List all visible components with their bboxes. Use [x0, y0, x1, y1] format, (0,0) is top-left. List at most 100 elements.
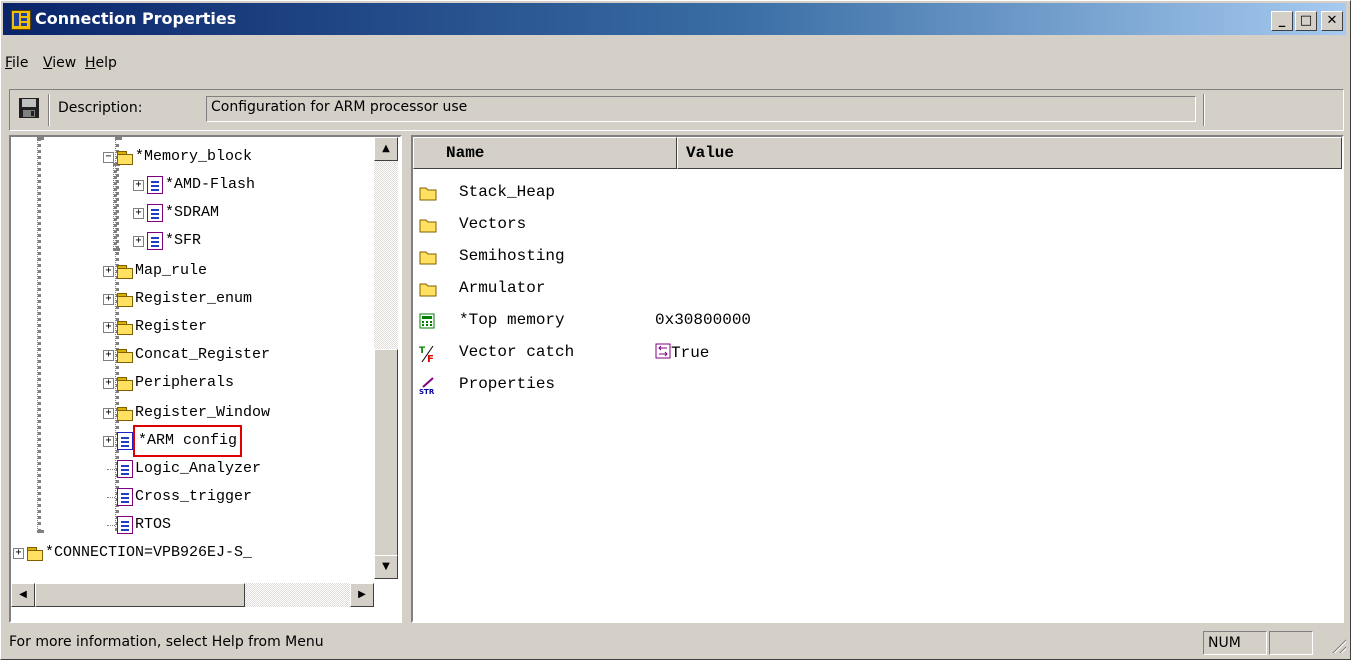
tree-node-label[interactable]: Logic_Analyzer [135, 455, 261, 483]
expand-icon[interactable]: + [103, 436, 114, 447]
tree-node-label-selected[interactable]: *ARM config [132, 425, 243, 457]
row-name: Stack_Heap [459, 183, 556, 201]
menu-help-label: elp [95, 55, 117, 71]
tree-node-label[interactable]: Register_Window [135, 399, 270, 427]
menu-view-mnemonic: V [43, 55, 53, 71]
tree-node-label[interactable]: *CONNECTION=VPB926EJ-S_ [45, 539, 252, 567]
tree-connector [107, 525, 115, 526]
scroll-left-button[interactable]: ◀ [11, 583, 35, 607]
folder-icon [27, 547, 44, 561]
tree-node-label[interactable]: *Memory_block [135, 143, 252, 171]
row-name: Vector catch [459, 343, 575, 361]
list-row[interactable]: STR Properties [417, 369, 1317, 401]
tree-node-label[interactable]: Peripherals [135, 369, 234, 397]
row-name: Semihosting [459, 247, 565, 265]
menu-help[interactable]: Help [85, 55, 117, 71]
minimize-button[interactable]: _ [1271, 11, 1293, 31]
title-bar[interactable]: Connection Properties _ □ ✕ [3, 3, 1346, 35]
column-header-value[interactable]: Value [677, 137, 1342, 169]
status-bar: For more information, select Help from M… [3, 629, 1348, 657]
expand-icon[interactable]: + [133, 208, 144, 219]
expand-icon[interactable]: + [133, 180, 144, 191]
row-value[interactable]: True [655, 343, 709, 362]
menu-view[interactable]: View [43, 55, 76, 71]
resize-grip[interactable] [1330, 637, 1346, 653]
toolbar-separator-right [1203, 94, 1205, 126]
expand-icon[interactable]: + [103, 294, 114, 305]
maximize-button[interactable]: □ [1295, 11, 1317, 31]
hscroll-thumb[interactable] [35, 583, 245, 607]
list-row[interactable]: T F Vector catch True [417, 337, 1317, 369]
close-button[interactable]: ✕ [1321, 11, 1343, 31]
tree-node-label[interactable]: *SDRAM [165, 199, 219, 227]
tree-node-label[interactable]: RTOS [135, 511, 171, 539]
tree-connector [37, 137, 41, 533]
collapse-icon[interactable]: − [103, 152, 114, 163]
tree-node-label[interactable]: Map_rule [135, 257, 207, 285]
folder-icon [419, 185, 437, 206]
list-row[interactable]: Semihosting [417, 241, 1317, 273]
svg-text:F: F [427, 354, 434, 363]
description-label: Description: [58, 100, 143, 116]
tree-connector [107, 469, 115, 470]
expand-icon[interactable]: + [103, 378, 114, 389]
tree-node-label[interactable]: Cross_trigger [135, 483, 252, 511]
row-name: Vectors [459, 215, 527, 233]
tree-node-label[interactable]: *SFR [165, 227, 201, 255]
list-row[interactable]: Vectors [417, 209, 1317, 241]
svg-text:STR: STR [419, 388, 435, 395]
tree-node-label[interactable]: *AMD-Flash [165, 171, 255, 199]
menu-view-label: iew [52, 55, 77, 71]
folder-icon [117, 321, 134, 335]
expand-icon[interactable]: + [103, 266, 114, 277]
list-row[interactable]: *Top memory 0x30800000 [417, 305, 1317, 337]
folder-icon [117, 349, 134, 363]
list-row[interactable]: Armulator [417, 273, 1317, 305]
document-icon [117, 516, 133, 534]
menu-file-label: ile [12, 55, 29, 71]
tree-view[interactable]: − *Memory_block + *AMD-Flash + *SDRAM + *SFR + Ma… [9, 135, 402, 623]
column-header-name[interactable]: Name [413, 137, 677, 169]
tree-horizontal-scrollbar[interactable]: ◀ ▶ [11, 583, 374, 607]
expand-icon[interactable]: + [133, 236, 144, 247]
boolean-tf-icon: TF [419, 345, 437, 368]
scroll-thumb[interactable] [374, 349, 398, 559]
document-icon [117, 488, 133, 506]
numeric-icon [419, 313, 435, 334]
scroll-right-button[interactable]: ▶ [350, 583, 374, 607]
menu-file[interactable]: File [5, 55, 28, 71]
document-icon [147, 232, 163, 250]
row-value: 0x30800000 [655, 311, 752, 329]
expand-icon[interactable]: + [103, 350, 114, 361]
properties-list[interactable]: Name Value Stack_Heap Vectors Semihosting A… [411, 135, 1344, 623]
tree-connector [107, 497, 115, 498]
string-icon: STR [419, 377, 437, 400]
row-name: Armulator [459, 279, 546, 297]
document-icon [147, 176, 163, 194]
menu-file-mnemonic: F [5, 55, 13, 71]
folder-icon [117, 407, 134, 421]
connection-properties-window: Connection Properties _ □ ✕ File View He… [0, 0, 1351, 660]
folder-icon [117, 377, 134, 391]
scroll-down-button[interactable]: ▼ [374, 555, 398, 579]
boolean-toggle-icon[interactable] [655, 343, 671, 362]
expand-icon[interactable]: + [13, 548, 24, 559]
folder-icon [117, 265, 134, 279]
tree-node-label[interactable]: Register [135, 313, 207, 341]
edit-document-icon [117, 432, 133, 450]
expand-icon[interactable]: + [103, 322, 114, 333]
menu-help-mnemonic: H [85, 55, 96, 71]
tree-vertical-scrollbar[interactable]: ▲ ▼ [374, 137, 398, 579]
folder-icon [117, 293, 134, 307]
description-field[interactable]: Configuration for ARM processor use [206, 96, 1196, 122]
tree-node-label[interactable]: Register_enum [135, 285, 252, 313]
floppy-disk-icon[interactable] [18, 97, 40, 119]
folder-icon [117, 151, 134, 165]
expand-icon[interactable]: + [103, 408, 114, 419]
num-lock-indicator: NUM [1203, 631, 1267, 655]
tree-node-label[interactable]: Concat_Register [135, 341, 270, 369]
app-icon [11, 10, 31, 30]
list-row[interactable]: Stack_Heap [417, 177, 1317, 209]
scroll-up-button[interactable]: ▲ [374, 137, 398, 161]
folder-icon [419, 217, 437, 238]
